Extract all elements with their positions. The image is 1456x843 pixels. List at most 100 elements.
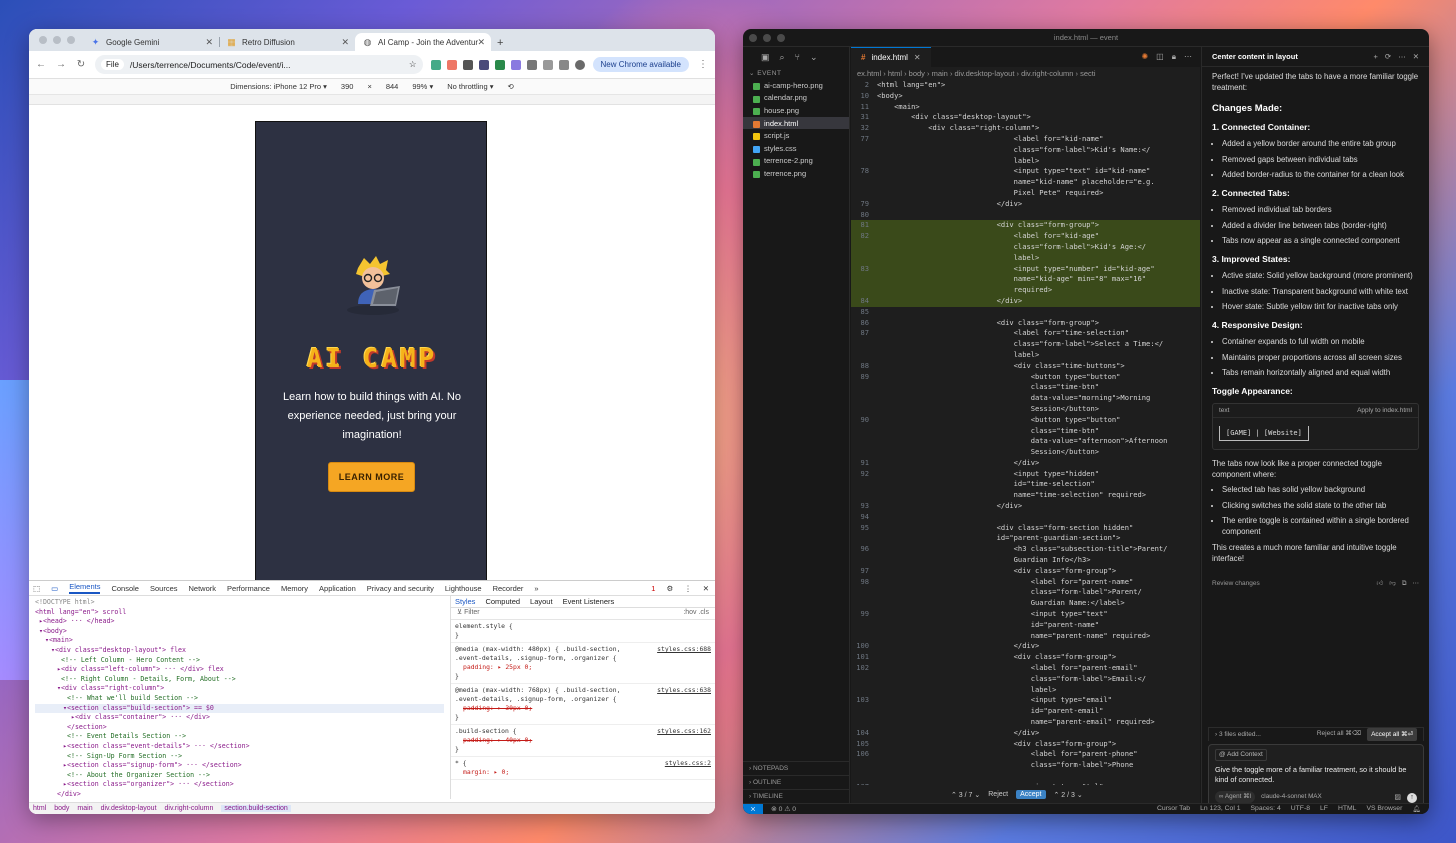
code-line[interactable]: 88 <div class="time-buttons"> — [851, 361, 1200, 372]
file-item[interactable]: styles.css — [743, 142, 849, 155]
diff-nav[interactable]: ⌃ 3 / 7 ⌄ — [951, 791, 980, 799]
code-line[interactable]: class="form-label">Select a Time:</ — [851, 339, 1200, 350]
reject-all-button[interactable]: Reject all ⌘⌫ — [1317, 728, 1361, 741]
styles-filter-input[interactable]: ⊻ Filter :hov .cls — [451, 608, 715, 620]
tab-network[interactable]: Network — [189, 584, 217, 593]
image-attach-icon[interactable]: ▨ — [1394, 793, 1401, 803]
more-tabs-icon[interactable]: » — [534, 584, 538, 593]
search-icon[interactable]: ⌕ — [780, 52, 785, 63]
dom-node[interactable]: ▾<div class="desktop-layout"> flex — [35, 646, 444, 656]
close-window-button[interactable] — [749, 34, 757, 42]
code-line[interactable]: 11 <main> — [851, 102, 1200, 113]
minimize-window-button[interactable] — [53, 36, 61, 44]
rotate-icon[interactable]: ⟲ — [508, 82, 514, 91]
tab-ai-camp[interactable]: ◍ AI Camp - Join the Adventure ✕ — [355, 33, 491, 51]
code-line[interactable]: class="time-btn" — [851, 382, 1200, 393]
code-line[interactable]: 83 <input type="number" id="kid-age" — [851, 263, 1200, 275]
tab-lighthouse[interactable]: Lighthouse — [445, 584, 482, 593]
code-line[interactable]: class="form-label">Email:</ — [851, 674, 1200, 685]
more-actions-icon[interactable]: ⋯ — [1184, 52, 1192, 62]
editor-tab-index-html[interactable]: # index.html ✕ — [851, 47, 931, 67]
diff-nav-2[interactable]: ⌃ 2 / 3 ⌄ — [1054, 791, 1083, 799]
extension-icon[interactable] — [494, 59, 505, 70]
lock-icon[interactable]: 🔒︎ — [1172, 52, 1176, 62]
code-line[interactable]: data-value="afternoon">Afternoon — [851, 436, 1200, 447]
problems-indicator[interactable]: ⊗ 0 ⚠ 0 — [763, 805, 796, 813]
tab-sources[interactable]: Sources — [150, 584, 178, 593]
add-context-button[interactable]: @ Add Context — [1215, 749, 1267, 761]
avatar[interactable] — [574, 59, 585, 70]
code-line[interactable]: name="kid-age" min="8" max="16" — [851, 274, 1200, 286]
remote-icon[interactable]: ⨯ — [743, 803, 763, 814]
dom-comment[interactable]: <!-- What we'll build Section --> — [35, 694, 444, 704]
dom-node[interactable]: ▾<body> — [35, 627, 444, 637]
close-chat-icon[interactable]: ✕ — [1413, 51, 1419, 62]
dom-node[interactable]: ▸<section class="event-details"> ··· </s… — [35, 742, 444, 752]
tab-retro-diffusion[interactable]: ▦ Retro Diffusion ✕ — [219, 33, 355, 51]
crumb[interactable]: div.desktop-layout — [101, 805, 157, 812]
close-devtools-icon[interactable]: ✕ — [703, 584, 715, 593]
code-line[interactable]: label> — [851, 350, 1200, 361]
code-line[interactable]: Guardian Name:</label> — [851, 598, 1200, 609]
history-icon[interactable]: ⟳ — [1385, 51, 1391, 62]
code-line[interactable]: class="form-label">Kid's Age:</ — [851, 241, 1200, 253]
code-line[interactable]: 107 <input type="tel" — [851, 782, 1200, 785]
new-chrome-available-button[interactable]: New Chrome available — [592, 57, 689, 72]
code-line[interactable]: 92 <input type="hidden" — [851, 469, 1200, 480]
crumb[interactable]: html — [33, 805, 46, 812]
file-item-active[interactable]: index.html — [743, 116, 849, 130]
code-line[interactable]: id="parent-name" — [851, 620, 1200, 631]
crumb[interactable]: main — [77, 805, 92, 812]
css-rule[interactable]: styles.css:688 @media (max-width: 480px) … — [451, 643, 715, 684]
panel-outline[interactable]: › OUTLINE — [743, 775, 850, 789]
code-line[interactable]: name="time-selection" required> — [851, 490, 1200, 501]
bookmark-star-icon[interactable]: ☆ — [409, 59, 417, 70]
copy-icon[interactable]: ⧉ — [1402, 578, 1407, 589]
tab-console[interactable]: Console — [111, 584, 139, 593]
code-line[interactable]: 96 <h3 class="subsection-title">Parent/ — [851, 544, 1200, 555]
breadcrumb[interactable]: ex.html › html › body › main › div.deskt… — [851, 67, 1200, 80]
indentation[interactable]: Spaces: 4 — [1251, 805, 1281, 813]
line-endings[interactable]: LF — [1320, 805, 1328, 813]
crumb-selected[interactable]: section.build-section — [221, 805, 291, 812]
code-line[interactable]: class="form-label">Phone — [851, 760, 1200, 771]
code-line[interactable]: 95 <div class="form-section hidden" — [851, 523, 1200, 534]
tab-layout[interactable]: Layout — [530, 597, 553, 606]
code-line[interactable]: 91 </div> — [851, 458, 1200, 469]
tab-elements[interactable]: Elements — [69, 582, 101, 594]
code-line[interactable]: 100 </div> — [851, 641, 1200, 652]
code-line[interactable]: label> — [851, 252, 1200, 264]
crumb[interactable]: body — [54, 805, 69, 812]
crumb[interactable]: div.right-column — [165, 805, 214, 812]
apply-button[interactable]: Apply to index.html — [1357, 405, 1412, 416]
extension-icon[interactable] — [446, 59, 457, 70]
code-line[interactable]: Session</button> — [851, 404, 1200, 415]
css-rule[interactable]: styles.css:638 @media (max-width: 768px) … — [451, 684, 715, 725]
code-line[interactable]: 2 <html lang="en"> — [851, 80, 1200, 91]
dom-node[interactable]: ▸<section class="signup-form"> ··· </sec… — [35, 761, 444, 771]
address-bar[interactable]: File /Users/terrence/Documents/Code/even… — [95, 55, 423, 74]
code-line[interactable]: 32 <div class="right-column"> — [851, 123, 1200, 134]
code-line[interactable]: label> — [851, 685, 1200, 696]
chat-more-icon[interactable]: ⋯ — [1413, 578, 1420, 589]
minimize-window-button[interactable] — [763, 34, 771, 42]
zoom-window-button[interactable] — [777, 34, 785, 42]
dom-node[interactable]: </section> — [35, 723, 444, 733]
tab-application[interactable]: Application — [319, 584, 356, 593]
device-toggle-icon[interactable]: ▭ — [51, 584, 58, 593]
encoding[interactable]: UTF-8 — [1291, 805, 1310, 813]
code-line[interactable]: 89 <button type="button" — [851, 372, 1200, 383]
code-line[interactable]: 10 <body> — [851, 91, 1200, 102]
tab-computed[interactable]: Computed — [485, 597, 520, 606]
download-icon[interactable] — [558, 59, 569, 70]
files-icon[interactable]: ▣ — [761, 52, 770, 63]
code-line[interactable]: name="parent-email" required> — [851, 717, 1200, 728]
source-control-icon[interactable]: ⑂ — [795, 52, 800, 62]
code-line[interactable]: 93 </div> — [851, 501, 1200, 512]
css-rule[interactable]: styles.css:162 .build-section {padding: ▸… — [451, 725, 715, 757]
dom-comment[interactable]: <!-- Left Column - Hero Content --> — [35, 656, 444, 666]
extension-icon[interactable] — [430, 59, 441, 70]
filter-tools[interactable]: :hov .cls — [683, 608, 709, 619]
panel-timeline[interactable]: › TIMELINE — [743, 789, 850, 803]
thumbs-down-icon[interactable]: 👎︎ — [1389, 578, 1396, 589]
